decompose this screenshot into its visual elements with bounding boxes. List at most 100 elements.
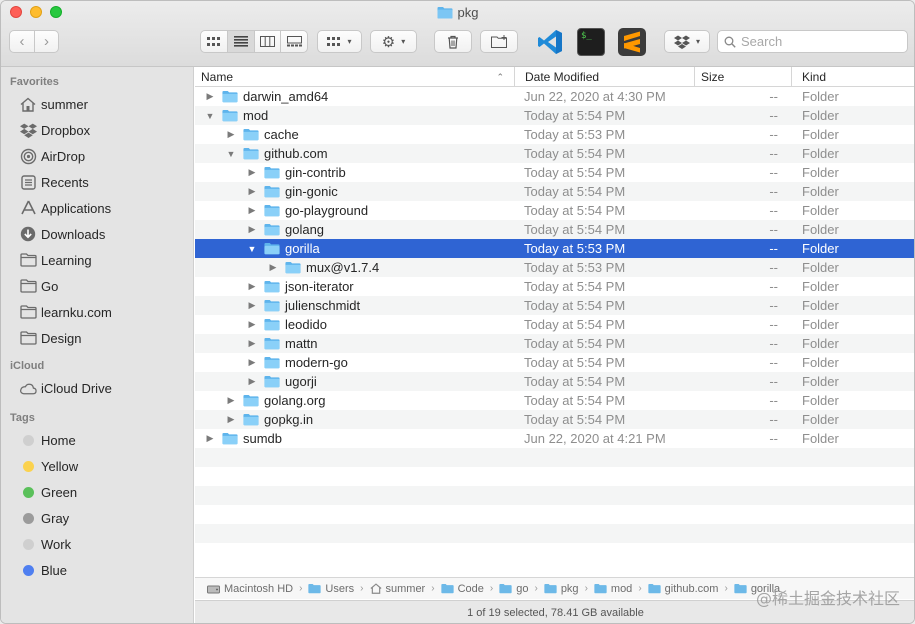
table-row[interactable]: ▶ golang.org Today at 5:54 PM -- Folder: [195, 391, 914, 410]
column-header-size[interactable]: Size: [695, 67, 792, 86]
icon-view-button[interactable]: [201, 31, 227, 52]
table-row[interactable]: ▶ ugorji Today at 5:54 PM -- Folder: [195, 372, 914, 391]
breadcrumb-item[interactable]: go: [499, 583, 528, 595]
table-row[interactable]: ▶ mux@v1.7.4 Today at 5:53 PM -- Folder: [195, 258, 914, 277]
disclosure-collapsed-icon[interactable]: ▶: [245, 318, 259, 332]
table-row[interactable]: ▼ mod Today at 5:54 PM -- Folder: [195, 106, 914, 125]
sidebar-item-airdrop[interactable]: AirDrop: [1, 143, 193, 169]
column-header-kind[interactable]: Kind: [792, 67, 914, 86]
disclosure-collapsed-icon[interactable]: ▶: [266, 261, 280, 275]
sidebar-item-design[interactable]: Design: [1, 325, 193, 351]
toolbar: pkg ‹ › ▾ ⚙ ▾ $_ ▾ Search: [1, 1, 914, 67]
row-size: --: [769, 127, 778, 142]
chevron-down-icon: ▾: [695, 37, 700, 46]
back-button[interactable]: ‹: [10, 31, 34, 52]
sidebar-item-dropbox[interactable]: Dropbox: [1, 117, 193, 143]
sidebar-item-recents[interactable]: Recents: [1, 169, 193, 195]
disclosure-collapsed-icon[interactable]: ▶: [245, 166, 259, 180]
breadcrumb-item[interactable]: Macintosh HD: [207, 583, 293, 595]
breadcrumb-item[interactable]: pkg: [544, 583, 579, 595]
table-row[interactable]: ▶ mattn Today at 5:54 PM -- Folder: [195, 334, 914, 353]
breadcrumb-item[interactable]: github.com: [648, 583, 718, 595]
gallery-view-button[interactable]: [280, 31, 307, 52]
vscode-icon[interactable]: [536, 28, 564, 56]
row-size: --: [769, 412, 778, 427]
column-view-button[interactable]: [253, 31, 281, 52]
disclosure-collapsed-icon[interactable]: ▶: [245, 356, 259, 370]
terminal-icon[interactable]: $_: [577, 28, 605, 56]
row-name-cell: ▶ go-playground: [195, 203, 515, 218]
disclosure-collapsed-icon[interactable]: ▶: [224, 128, 238, 142]
sidebar-item-summer[interactable]: summer: [1, 91, 193, 117]
new-folder-button[interactable]: [480, 30, 518, 53]
sidebar-tag-yellow[interactable]: Yellow: [1, 453, 193, 479]
table-row[interactable]: ▼ github.com Today at 5:54 PM -- Folder: [195, 144, 914, 163]
table-row[interactable]: ▶ go-playground Today at 5:54 PM -- Folder: [195, 201, 914, 220]
sidebar-tag-home[interactable]: Home: [1, 427, 193, 453]
sidebar-tag-gray[interactable]: Gray: [1, 505, 193, 531]
move-to-trash-button[interactable]: [434, 30, 472, 53]
disclosure-collapsed-icon[interactable]: ▶: [203, 432, 217, 446]
sidebar-item-learnku-com[interactable]: learnku.com: [1, 299, 193, 325]
table-row[interactable]: ▶ golang Today at 5:54 PM -- Folder: [195, 220, 914, 239]
table-row[interactable]: ▼ gorilla Today at 5:53 PM -- Folder: [195, 239, 914, 258]
table-row[interactable]: ▶ modern-go Today at 5:54 PM -- Folder: [195, 353, 914, 372]
breadcrumb-item[interactable]: Code: [440, 583, 484, 595]
table-row[interactable]: ▶ julienschmidt Today at 5:54 PM -- Folder: [195, 296, 914, 315]
disclosure-expanded-icon[interactable]: ▼: [203, 109, 217, 123]
search-input[interactable]: [741, 34, 901, 49]
table-row[interactable]: ▶ sumdb Jun 22, 2020 at 4:21 PM -- Folder: [195, 429, 914, 448]
breadcrumb-label: summer: [385, 582, 426, 595]
sidebar-tag-green[interactable]: Green: [1, 479, 193, 505]
disclosure-collapsed-icon[interactable]: ▶: [245, 204, 259, 218]
dropbox-menu-button[interactable]: ▾: [664, 30, 710, 53]
empty-row: [195, 524, 914, 543]
breadcrumb-item[interactable]: summer: [369, 582, 426, 595]
folder-icon: [264, 318, 280, 331]
sidebar-item-downloads[interactable]: Downloads: [1, 221, 193, 247]
disclosure-expanded-icon[interactable]: ▼: [245, 242, 259, 256]
table-row[interactable]: ▶ gopkg.in Today at 5:54 PM -- Folder: [195, 410, 914, 429]
disclosure-collapsed-icon[interactable]: ▶: [245, 280, 259, 294]
breadcrumb-label: pkg: [560, 582, 579, 595]
disclosure-collapsed-icon[interactable]: ▶: [224, 413, 238, 427]
sidebar-item-icloud-drive[interactable]: iCloud Drive: [1, 375, 193, 401]
table-row[interactable]: ▶ leodido Today at 5:54 PM -- Folder: [195, 315, 914, 334]
column-header-name[interactable]: Name ⌃: [195, 67, 515, 86]
group-by-button[interactable]: ▾: [317, 30, 362, 53]
sidebar-tag-blue[interactable]: Blue: [1, 557, 193, 583]
sidebar-tag-work[interactable]: Work: [1, 531, 193, 557]
breadcrumb-label: Macintosh HD: [224, 582, 294, 595]
disclosure-collapsed-icon[interactable]: ▶: [245, 223, 259, 237]
disclosure-expanded-icon[interactable]: ▼: [224, 147, 238, 161]
breadcrumb-item[interactable]: Users: [308, 583, 354, 595]
breadcrumb-item[interactable]: mod: [594, 583, 632, 595]
column-header-date[interactable]: Date Modified: [515, 67, 695, 86]
sidebar-item-go[interactable]: Go: [1, 273, 193, 299]
table-row[interactable]: ▶ gin-gonic Today at 5:54 PM -- Folder: [195, 182, 914, 201]
table-row[interactable]: ▶ json-iterator Today at 5:54 PM -- Folder: [195, 277, 914, 296]
breadcrumb-separator-icon: ›: [724, 583, 728, 594]
folder-icon: [264, 356, 280, 369]
disclosure-collapsed-icon[interactable]: ▶: [245, 185, 259, 199]
table-row[interactable]: ▶ gin-contrib Today at 5:54 PM -- Folder: [195, 163, 914, 182]
column-header-name-label: Name: [201, 70, 234, 84]
table-row[interactable]: ▶ darwin_amd64 Jun 22, 2020 at 4:30 PM -- Fo…: [195, 87, 914, 106]
folder-icon: [264, 223, 280, 236]
sidebar-item-applications[interactable]: Applications: [1, 195, 193, 221]
forward-button[interactable]: ›: [33, 31, 58, 52]
disclosure-collapsed-icon[interactable]: ▶: [245, 299, 259, 313]
table-row[interactable]: ▶ cache Today at 5:53 PM -- Folder: [195, 125, 914, 144]
disclosure-collapsed-icon[interactable]: ▶: [203, 90, 217, 104]
action-menu-button[interactable]: ⚙ ▾: [370, 30, 417, 53]
sidebar-item-label: Go: [41, 278, 59, 294]
disclosure-collapsed-icon[interactable]: ▶: [224, 394, 238, 408]
sublime-text-icon[interactable]: [618, 28, 646, 56]
disclosure-collapsed-icon[interactable]: ▶: [245, 375, 259, 389]
finder-window: pkg ‹ › ▾ ⚙ ▾ $_ ▾ Search Favorites summ…: [0, 0, 915, 624]
list-view-button[interactable]: [227, 31, 254, 52]
disclosure-collapsed-icon[interactable]: ▶: [245, 337, 259, 351]
search-field[interactable]: [717, 30, 908, 53]
row-name-cell: ▶ gin-gonic: [195, 184, 515, 199]
sidebar-item-learning[interactable]: Learning: [1, 247, 193, 273]
